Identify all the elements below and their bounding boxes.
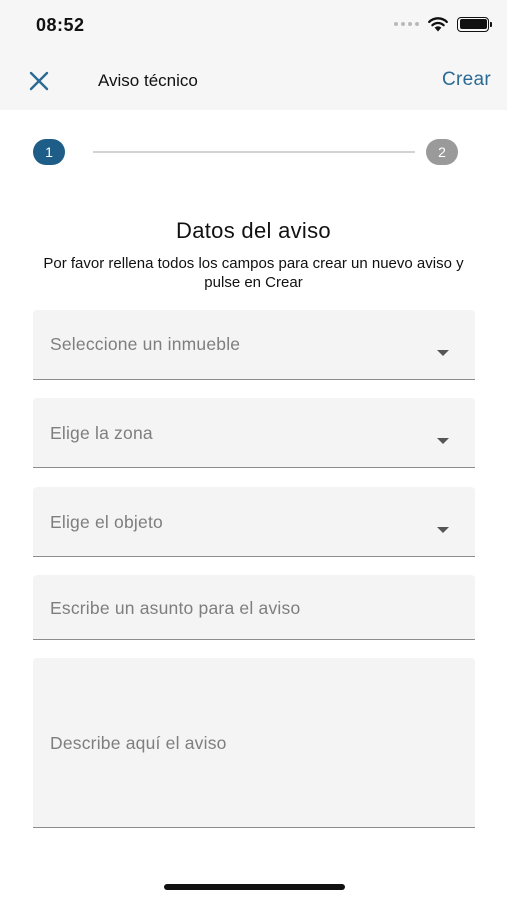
inmueble-select[interactable]: Seleccione un inmueble	[33, 310, 475, 380]
battery-icon	[457, 16, 492, 32]
status-time: 08:52	[36, 15, 85, 35]
form-subtitle: Por favor rellena todos los campos para …	[43, 255, 464, 291]
dropdown-arrow-icon	[437, 350, 449, 356]
wifi-icon	[428, 17, 448, 32]
status-bar: 08:52	[0, 0, 507, 52]
nav-bar: Aviso técnico Crear	[0, 52, 507, 110]
zona-select[interactable]: Elige la zona	[33, 398, 475, 468]
description-placeholder: Describe aquí el aviso	[50, 733, 227, 753]
asunto-input[interactable]: Escribe un asunto para el aviso	[33, 575, 475, 640]
objeto-select[interactable]: Elige el objeto	[33, 487, 475, 557]
dropdown-arrow-icon	[437, 527, 449, 533]
form-title: Datos del aviso	[176, 218, 331, 243]
step-connector	[93, 151, 415, 153]
asunto-placeholder: Escribe un asunto para el aviso	[50, 598, 301, 618]
create-button[interactable]: Crear	[442, 69, 491, 91]
status-icons	[394, 16, 492, 32]
zona-placeholder: Elige la zona	[50, 423, 153, 443]
dropdown-arrow-icon	[437, 438, 449, 444]
description-textarea[interactable]: Describe aquí el aviso	[33, 658, 475, 828]
inmueble-placeholder: Seleccione un inmueble	[50, 334, 241, 354]
step-2-indicator: 2	[426, 139, 458, 165]
home-indicator[interactable]	[164, 884, 345, 890]
stepper: 1 2	[0, 135, 507, 169]
objeto-placeholder: Elige el objeto	[50, 512, 163, 532]
step-1-indicator: 1	[33, 139, 65, 165]
signal-dots-icon	[394, 22, 419, 26]
close-icon[interactable]	[26, 68, 52, 94]
page-title: Aviso técnico	[98, 71, 198, 90]
